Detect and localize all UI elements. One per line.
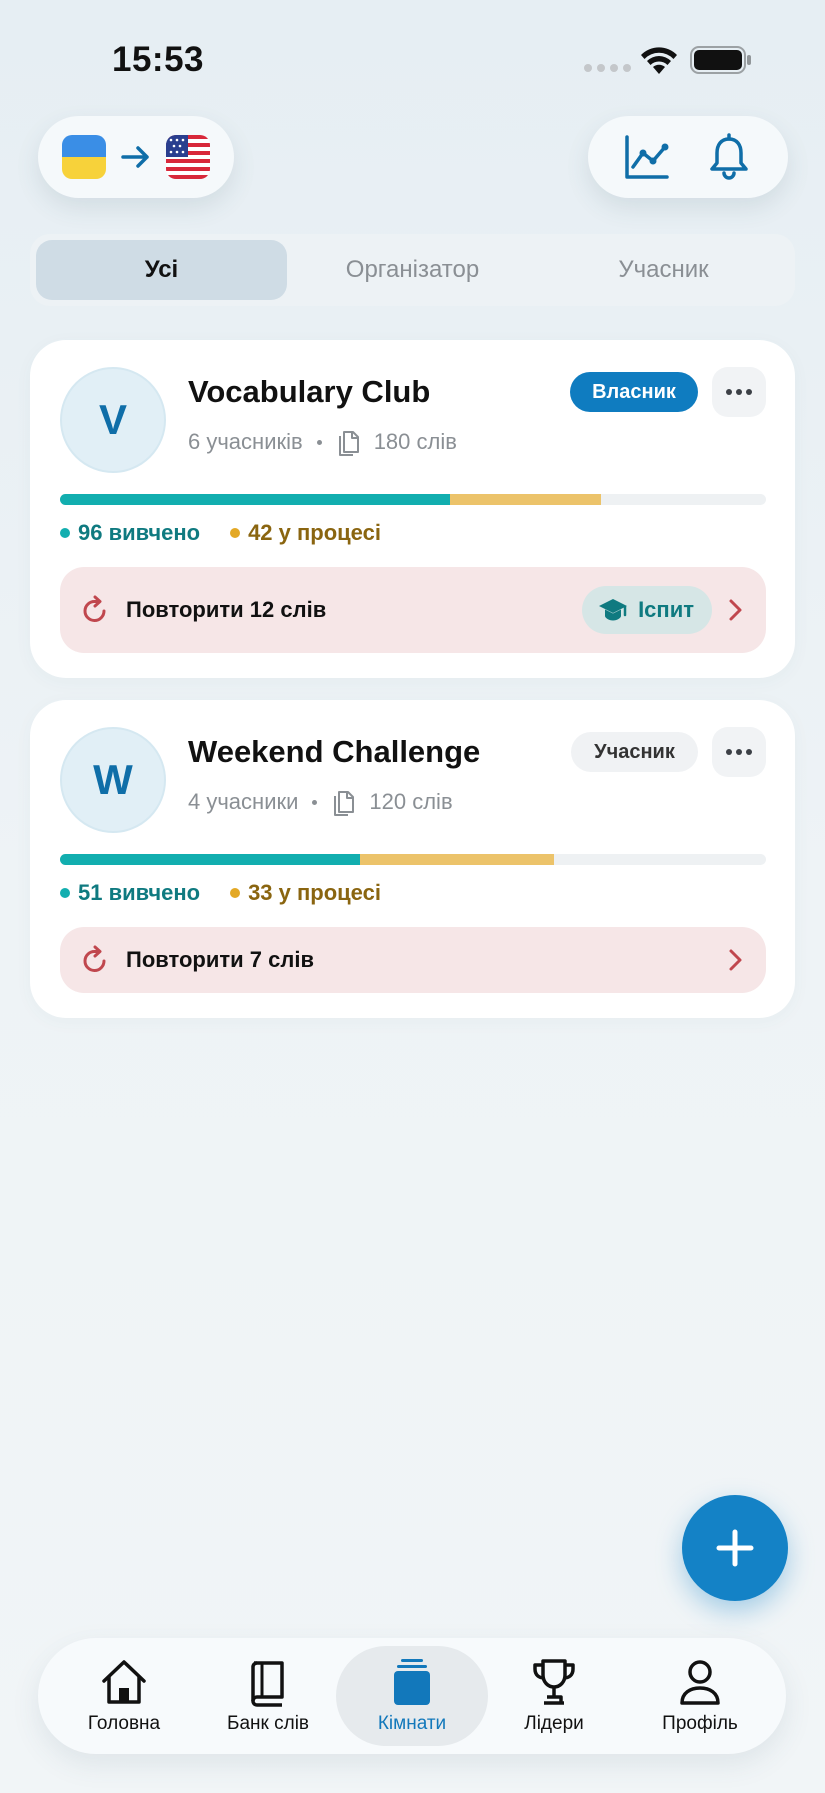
progress-learned	[60, 854, 361, 865]
refresh-icon	[83, 945, 106, 972]
in-progress-label: 33 у процесі	[248, 880, 381, 905]
tab-home-label: Головна	[87, 1713, 161, 1734]
bell-icon[interactable]	[705, 133, 753, 181]
legend-learned: 96 вивчено	[60, 520, 200, 546]
room-progress-bar	[60, 494, 766, 505]
room-card[interactable]: W Weekend Challenge 4 учасники 120 слів …	[30, 700, 795, 1018]
more-dots-icon	[726, 749, 752, 755]
rooms-icon	[394, 1659, 430, 1705]
review-label: Повторити 12 слів	[126, 597, 327, 622]
more-options-button[interactable]	[712, 367, 766, 417]
home-icon	[102, 1660, 146, 1704]
chevron-right-icon	[729, 599, 742, 621]
room-name: Vocabulary Club	[188, 374, 431, 409]
documents-icon	[338, 431, 359, 456]
add-room-button[interactable]	[682, 1495, 788, 1601]
progress-in-progress	[360, 854, 555, 865]
tab-leaders-label: Лідери	[524, 1713, 584, 1734]
room-words-count: 120 слів	[369, 789, 453, 814]
chevron-right-icon	[729, 949, 742, 971]
status-time: 15:53	[112, 40, 205, 79]
wifi-icon	[641, 47, 677, 74]
room-avatar: V	[60, 367, 166, 473]
in-progress-dot	[230, 528, 241, 538]
book-icon	[251, 1661, 284, 1707]
review-label: Повторити 7 слів	[126, 947, 314, 972]
more-dots-icon	[726, 389, 752, 395]
room-progress-bar	[60, 854, 766, 865]
trophy-icon	[533, 1659, 575, 1705]
graduation-cap-icon	[599, 599, 628, 621]
refresh-icon	[83, 595, 106, 622]
progress-in-progress	[450, 494, 601, 505]
room-avatar: W	[60, 727, 166, 833]
in-progress-label: 42 у процесі	[248, 520, 381, 545]
room-name: Weekend Challenge	[188, 734, 481, 769]
progress-legend: 51 вивчено 33 у процесі	[60, 880, 381, 906]
more-options-button[interactable]	[712, 727, 766, 777]
learned-dot	[60, 888, 70, 898]
role-badge: Учасник	[571, 732, 698, 772]
signal-icon	[584, 64, 631, 72]
exam-button[interactable]: Іспит	[582, 586, 712, 634]
profile-icon	[680, 1660, 720, 1705]
review-words-button[interactable]: Повторити 12 слів Іспит	[60, 567, 766, 653]
legend-in-progress: 33 у процесі	[230, 880, 381, 906]
stats-chart-icon[interactable]	[623, 133, 671, 181]
exam-label: Іспит	[638, 597, 694, 622]
role-badge: Власник	[570, 372, 698, 412]
tab-home[interactable]: Головна	[48, 1646, 200, 1746]
filter-all[interactable]: Усі	[36, 240, 287, 300]
room-meta: 6 учасників 180 слів	[188, 428, 457, 456]
learned-dot	[60, 528, 70, 538]
room-filter: Усі Організатор Учасник	[30, 234, 795, 306]
learned-label: 96 вивчено	[78, 520, 201, 545]
room-members-count: 4 учасники	[188, 789, 299, 814]
arrow-right-icon	[121, 146, 149, 168]
separator-dot	[316, 439, 322, 445]
legend-learned: 51 вивчено	[60, 880, 200, 906]
room-members-count: 6 учасників	[188, 429, 303, 454]
progress-learned	[60, 494, 451, 505]
usa-flag-icon	[166, 135, 210, 179]
filter-participant[interactable]: Учасник	[538, 240, 789, 300]
legend-in-progress: 42 у процесі	[230, 520, 381, 546]
room-card[interactable]: V Vocabulary Club 6 учасників 180 слів В…	[30, 340, 795, 678]
progress-legend: 96 вивчено 42 у процесі	[60, 520, 381, 546]
status-bar: 15:53	[0, 0, 825, 120]
header-actions	[588, 116, 788, 198]
ukraine-flag-icon	[62, 135, 106, 179]
separator-dot	[312, 799, 318, 805]
room-meta: 4 учасники 120 слів	[188, 788, 453, 816]
room-words-count: 180 слів	[373, 429, 457, 454]
bottom-tab-bar: Головна Банк слів Кімнати Лідери Профіль	[38, 1638, 786, 1754]
tab-word-bank[interactable]: Банк слів	[192, 1646, 344, 1746]
tab-leaders[interactable]: Лідери	[478, 1646, 630, 1746]
language-pair-selector[interactable]	[38, 116, 234, 198]
in-progress-dot	[230, 888, 241, 898]
documents-icon	[334, 791, 355, 816]
tab-rooms-label: Кімнати	[377, 1713, 447, 1734]
tab-profile-label: Профіль	[662, 1713, 738, 1734]
battery-icon	[690, 46, 751, 74]
review-words-button[interactable]: Повторити 7 слів	[60, 927, 766, 993]
filter-organizer[interactable]: Організатор	[287, 240, 538, 300]
plus-icon	[716, 1529, 754, 1567]
learned-label: 51 вивчено	[78, 880, 201, 905]
tab-rooms[interactable]: Кімнати	[336, 1646, 488, 1746]
tab-profile[interactable]: Профіль	[624, 1646, 776, 1746]
tab-word-bank-label: Банк слів	[226, 1713, 310, 1734]
